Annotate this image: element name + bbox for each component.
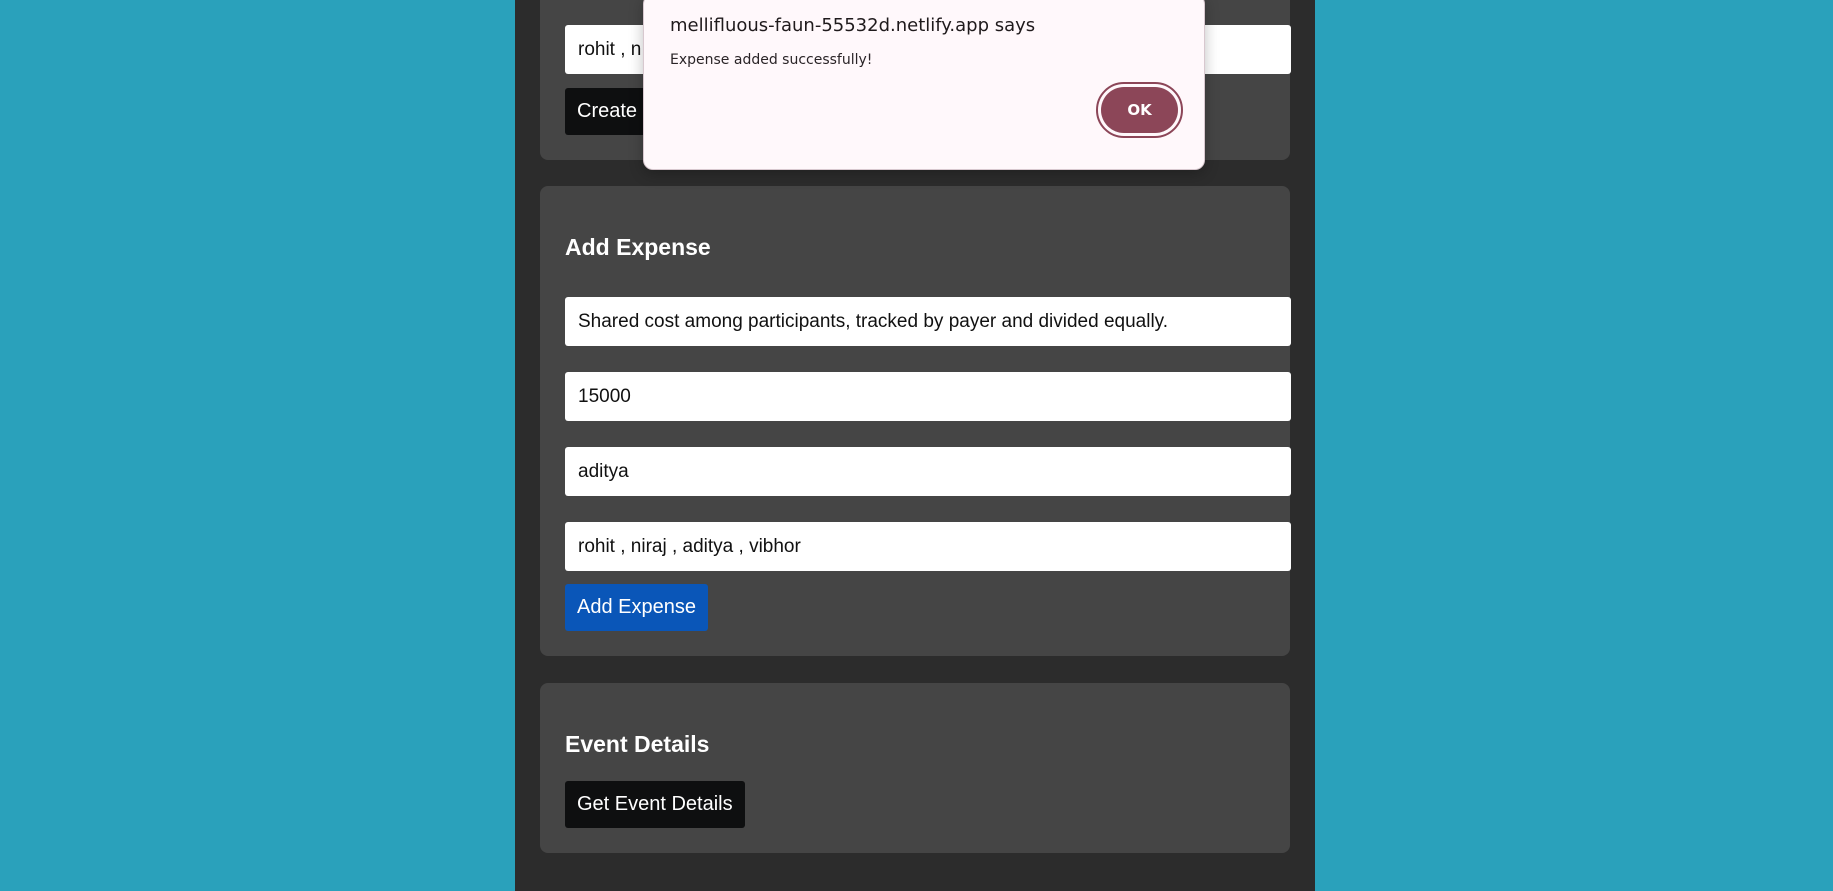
expense-split-input[interactable]	[565, 522, 1291, 571]
event-details-title: Event Details	[565, 731, 710, 757]
add-expense-button[interactable]: Add Expense	[565, 584, 708, 631]
expense-description-input[interactable]	[565, 297, 1291, 346]
expense-payer-input[interactable]	[565, 447, 1291, 496]
alert-ok-button[interactable]: OK	[1101, 87, 1178, 133]
ok-button-focus-ring: OK	[1096, 82, 1183, 138]
expense-amount-input[interactable]	[565, 372, 1291, 421]
alert-message: Expense added successfully!	[670, 52, 873, 68]
alert-dialog: mellifluous-faun-55532d.netlify.app says…	[643, 0, 1205, 170]
add-expense-card: Add Expense Add Expense	[540, 186, 1291, 656]
create-event-button[interactable]: Create	[565, 88, 650, 135]
add-expense-title: Add Expense	[565, 234, 711, 260]
get-event-details-button[interactable]: Get Event Details	[565, 781, 745, 828]
alert-title: mellifluous-faun-55532d.netlify.app says	[670, 15, 1036, 36]
event-details-card: Event Details Get Event Details	[540, 683, 1290, 853]
